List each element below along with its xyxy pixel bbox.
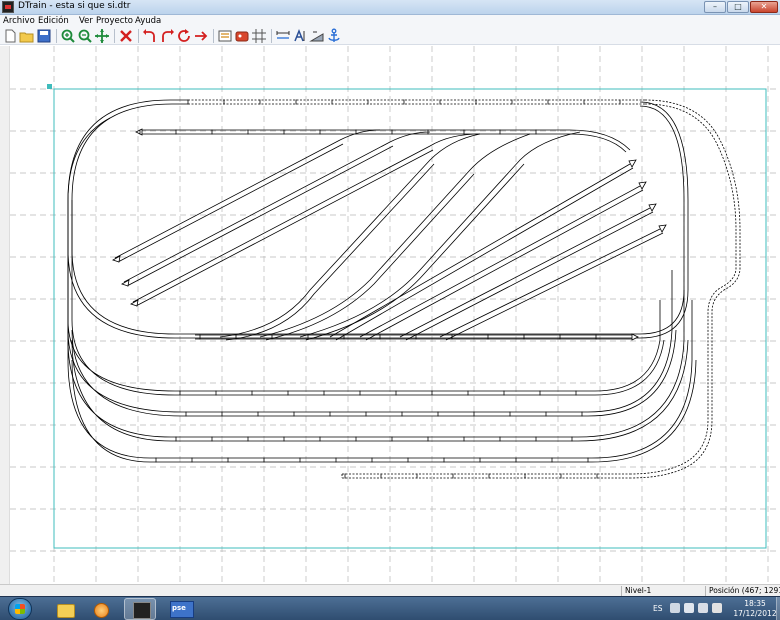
tray-clock[interactable]: 18:35 17/12/2012 <box>733 599 777 619</box>
track-upper-siding[interactable] <box>140 129 631 153</box>
new-file-icon[interactable] <box>2 28 18 44</box>
delete-icon[interactable] <box>118 28 134 44</box>
taskbar-explorer[interactable] <box>52 598 78 620</box>
minimize-button[interactable]: – <box>704 1 726 13</box>
maximize-button[interactable]: □ <box>727 1 749 13</box>
dtrain-window: DTrain - esta si que si.dtr – □ ✕ Archiv… <box>0 0 780 620</box>
grid-lines <box>10 46 780 584</box>
slope-icon[interactable] <box>309 28 325 44</box>
track-end-arrow-3[interactable] <box>648 203 657 212</box>
track-top-dashed[interactable] <box>188 99 645 105</box>
menu-ayuda[interactable]: Ayuda <box>135 16 161 26</box>
board-frame <box>53 88 767 549</box>
tray-volume-icon[interactable] <box>712 603 722 613</box>
dtrain-app-icon[interactable] <box>2 1 14 13</box>
start-button[interactable] <box>8 598 32 620</box>
open-folder-icon[interactable] <box>19 28 35 44</box>
track-end-arrow-4[interactable] <box>658 224 667 233</box>
show-desktop-button[interactable] <box>776 597 780 620</box>
tray-language[interactable]: ES <box>653 604 663 613</box>
track-siding-bottom-1[interactable] <box>175 390 595 396</box>
layout-canvas[interactable] <box>10 46 780 584</box>
track-siding-bottom-3[interactable] <box>171 436 578 442</box>
menu-bar: Archivo Edición Ver Proyecto Ayuda <box>0 15 780 27</box>
track-siding-bottom-2[interactable] <box>182 411 588 417</box>
track-diagonal-right-3[interactable] <box>399 207 654 341</box>
title-bar[interactable]: DTrain - esta si que si.dtr – □ ✕ <box>0 0 780 15</box>
track-diagonal-right-2[interactable] <box>359 185 644 341</box>
pan-icon[interactable] <box>94 28 110 44</box>
tray-network-icon[interactable] <box>698 603 708 613</box>
menu-ver[interactable]: Ver <box>79 16 93 26</box>
anchor-icon[interactable] <box>326 28 342 44</box>
track-bottom-dashed[interactable] <box>341 473 630 479</box>
track-siding-bottom-4[interactable] <box>150 457 592 463</box>
track-end-arrow-2[interactable] <box>638 181 647 190</box>
window-title: DTrain - esta si que si.dtr <box>18 1 131 11</box>
status-level: Nivel-1 <box>621 586 705 596</box>
menu-proyecto[interactable]: Proyecto <box>96 16 133 26</box>
layers-icon[interactable] <box>217 28 233 44</box>
track-diagonal-right-4[interactable] <box>439 228 664 341</box>
curve-right-icon[interactable] <box>159 28 175 44</box>
save-icon[interactable] <box>36 28 52 44</box>
track-end-arrow-1[interactable] <box>628 159 637 168</box>
board-origin-handle[interactable] <box>47 84 52 89</box>
tray-flag-icon[interactable] <box>684 603 694 613</box>
track-joints <box>139 99 621 479</box>
track-main-arrow[interactable] <box>631 333 639 341</box>
vertical-ruler[interactable] <box>0 46 10 584</box>
track-diagonal-right-1[interactable] <box>329 163 634 341</box>
taskbar: pse ES 18:35 17/12/2012 <box>0 596 780 620</box>
status-bar: Nivel-1 Posición (467; 1291) <box>0 584 780 596</box>
zoom-out-icon[interactable] <box>77 28 93 44</box>
tray-date: 17/12/2012 <box>733 609 777 618</box>
zoom-in-icon[interactable] <box>60 28 76 44</box>
track-layout-drawing[interactable] <box>10 46 780 584</box>
tray-time: 18:35 <box>744 599 766 608</box>
track-diagonal-left-2[interactable] <box>123 131 431 287</box>
status-position: Posición (467; 1291) <box>705 586 780 596</box>
menu-archivo[interactable]: Archivo <box>3 16 35 26</box>
track-top-loop-outer[interactable] <box>67 99 689 339</box>
track-fan-1[interactable] <box>219 133 481 341</box>
track-lower-loop-4[interactable] <box>67 300 697 463</box>
taskbar-dtrain[interactable] <box>124 598 156 620</box>
grid-icon[interactable] <box>251 28 267 44</box>
taskbar-pse-label: pse <box>172 604 186 612</box>
text-icon[interactable] <box>292 28 308 44</box>
track-top-loop-inner[interactable] <box>71 103 685 335</box>
track-group <box>67 99 741 479</box>
track-lower-loop-2[interactable] <box>67 240 677 417</box>
close-button[interactable]: ✕ <box>750 1 778 13</box>
parts-icon[interactable] <box>234 28 250 44</box>
track-lower-loop-1[interactable] <box>67 117 665 396</box>
measure-icon[interactable] <box>275 28 291 44</box>
taskbar-media-player[interactable] <box>88 598 114 620</box>
rotate-icon[interactable] <box>176 28 192 44</box>
curve-left-icon[interactable] <box>142 28 158 44</box>
track-upper-arrow[interactable] <box>135 128 143 136</box>
arrow-right-icon[interactable] <box>193 28 209 44</box>
toolbar <box>0 27 780 45</box>
menu-edicion[interactable]: Edición <box>38 16 69 26</box>
track-fan-3[interactable] <box>299 131 581 341</box>
tray-chevron-icon[interactable] <box>670 603 680 613</box>
